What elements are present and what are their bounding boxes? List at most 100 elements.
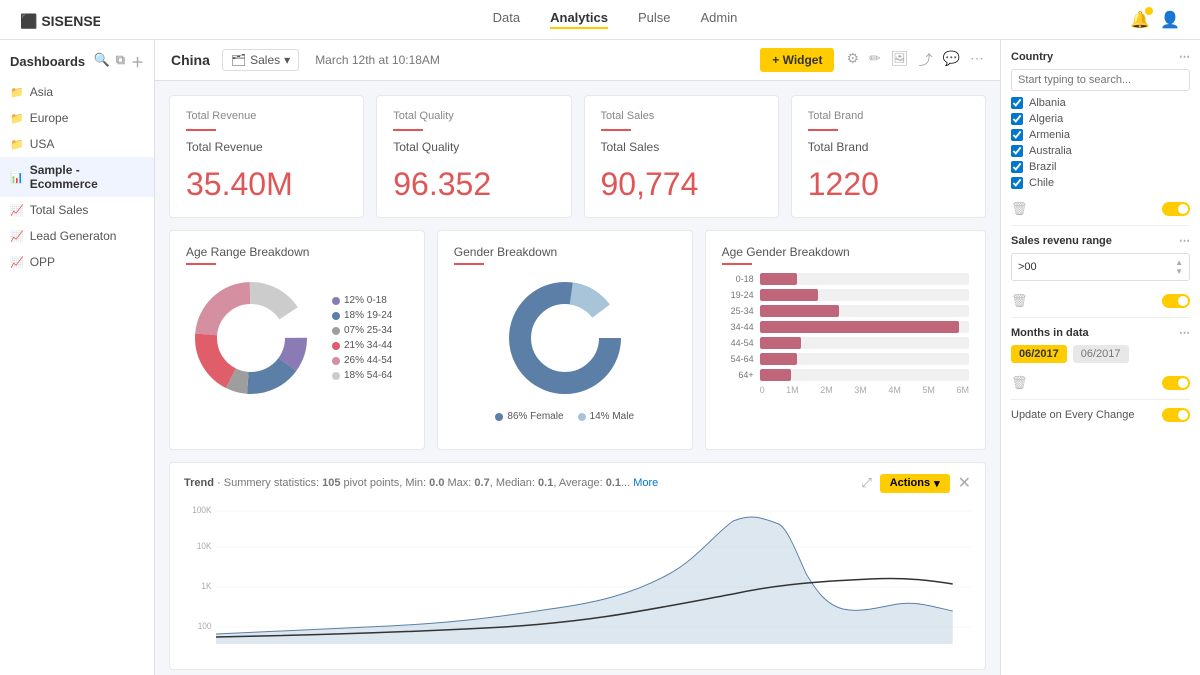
copy-icon[interactable]: ⧉ <box>116 52 125 71</box>
months-toggle[interactable] <box>1162 376 1190 390</box>
kpi-quality-title: Total Quality <box>393 140 554 154</box>
trash-icon[interactable]: 🗑 <box>1011 293 1028 309</box>
country-australia: Australia <box>1011 145 1190 157</box>
sisense-logo: ⬛ SISENSE <box>20 10 100 30</box>
more-icon[interactable]: ⋯ <box>970 50 984 70</box>
legend-item: 18% 19-24 <box>332 310 392 321</box>
sidebar-item-asia[interactable]: 📁 Asia <box>0 79 154 105</box>
sidebar-item-opp[interactable]: 📈 OPP <box>0 249 154 275</box>
kpi-underline <box>808 129 838 131</box>
tab-pulse[interactable]: Pulse <box>638 10 671 29</box>
sidebar-item-europe[interactable]: 📁 Europe <box>0 105 154 131</box>
tab-analytics[interactable]: Analytics <box>550 10 608 29</box>
trend-svg: 100K 10K 1K 100 <box>184 499 971 659</box>
kpi-revenue-label: Total Revenue <box>186 110 347 122</box>
up-arrow-icon: ▲ <box>1175 258 1183 267</box>
legend-item: 14% Male <box>578 411 634 422</box>
australia-checkbox[interactable] <box>1011 145 1023 157</box>
months-section: Months in data ⋯ 06/2017 06/2017 <box>1011 326 1190 363</box>
add-dashboard-icon[interactable]: ＋ <box>131 52 144 71</box>
month-active-button[interactable]: 06/2017 <box>1011 345 1067 363</box>
edit-icon[interactable]: ✏ <box>869 50 881 70</box>
kpi-sales-label: Total Sales <box>601 110 762 122</box>
trash-icon[interactable]: 🗑 <box>1011 375 1028 391</box>
expand-icon[interactable]: ⤢ <box>861 475 871 491</box>
tab-data[interactable]: Data <box>493 10 520 29</box>
armenia-checkbox[interactable] <box>1011 129 1023 141</box>
kpi-brand-value: 1220 <box>808 166 969 203</box>
trash-icon[interactable]: 🗑 <box>1011 201 1028 217</box>
update-label: Update on Every Change <box>1011 409 1135 421</box>
brazil-checkbox[interactable] <box>1011 161 1023 173</box>
tab-admin[interactable]: Admin <box>700 10 737 29</box>
sales-toggle[interactable] <box>1162 294 1190 308</box>
dashboard-date: March 12th at 10:18AM <box>315 53 440 67</box>
bar-label: 25-34 <box>722 306 754 316</box>
update-toggle[interactable] <box>1162 408 1190 422</box>
chart-underline <box>186 263 216 265</box>
notification-icon[interactable]: 🔔 <box>1130 10 1150 30</box>
add-widget-button[interactable]: + Widget <box>760 48 834 72</box>
months-section-header[interactable]: Months in data ⋯ <box>1011 326 1190 339</box>
albania-checkbox[interactable] <box>1011 97 1023 109</box>
sidebar-item-totalsales[interactable]: 📈 Total Sales <box>0 197 154 223</box>
more-options-icon[interactable]: ⋯ <box>1179 326 1190 339</box>
sales-filter[interactable]: 🗂 Sales ▾ <box>222 49 299 71</box>
country-algeria: Algeria <box>1011 113 1190 125</box>
legend-item: 26% 44-54 <box>332 355 392 366</box>
sidebar-header: Dashboards 🔍 ⧉ ＋ <box>0 40 154 79</box>
axis-label: 0 <box>760 385 765 395</box>
bar-row: 0-18 <box>722 273 969 285</box>
age-donut-container: 12% 0-18 18% 19-24 07% 25-34 21% 34-44 2… <box>186 273 408 403</box>
bar-label: 64+ <box>722 370 754 380</box>
kpi-sales-title: Total Sales <box>601 140 762 154</box>
svg-text:1K: 1K <box>201 581 211 591</box>
brazil-label: Brazil <box>1029 161 1057 173</box>
more-link[interactable]: More <box>633 477 658 489</box>
dashboard-toolbar: China 🗂 Sales ▾ March 12th at 10:18AM + … <box>155 40 1000 81</box>
search-icon[interactable]: 🔍 <box>94 52 110 71</box>
bar-label: 0-18 <box>722 274 754 284</box>
trend-chart-area: 100K 10K 1K 100 <box>184 499 971 659</box>
country-search[interactable] <box>1011 69 1190 91</box>
sales-range-input[interactable]: >00 ▲ ▼ <box>1011 253 1190 281</box>
months-buttons: 06/2017 06/2017 <box>1011 345 1190 363</box>
bar-track <box>760 273 969 285</box>
actions-button[interactable]: Actions ▾ <box>880 474 950 493</box>
month-inactive-button[interactable]: 06/2017 <box>1073 345 1129 363</box>
country-section-header[interactable]: Country ⋯ <box>1011 50 1190 63</box>
more-options-icon[interactable]: ⋯ <box>1179 50 1190 63</box>
sidebar-item-sample[interactable]: 📊 Sample - Ecommerce <box>0 157 154 197</box>
bar-track <box>760 369 969 381</box>
country-toggle[interactable] <box>1162 202 1190 216</box>
range-arrows[interactable]: ▲ ▼ <box>1175 258 1183 276</box>
settings-icon[interactable]: ⚙ <box>846 50 859 70</box>
axis-label: 4M <box>888 385 901 395</box>
country-albania: Albania <box>1011 97 1190 109</box>
bar-chart: 0-18 19-24 25-34 34-44 <box>722 273 969 395</box>
svg-text:100K: 100K <box>192 505 211 515</box>
kpi-brand-label: Total Brand <box>808 110 969 122</box>
line-chart-icon: 📈 <box>10 204 24 217</box>
top-nav: ⬛ SISENSE Data Analytics Pulse Admin 🔔 👤 <box>0 0 1200 40</box>
image-icon[interactable]: 🖼 <box>891 50 909 70</box>
sidebar-item-leadgen[interactable]: 📈 Lead Generaton <box>0 223 154 249</box>
kpi-quality: Total Quality Total Quality 96.352 <box>376 95 571 218</box>
nav-right: 🔔 👤 <box>1130 10 1180 30</box>
share-icon[interactable]: ⤴ <box>919 50 933 70</box>
main-content: China 🗂 Sales ▾ March 12th at 10:18AM + … <box>155 40 1000 675</box>
bar-fill <box>760 321 959 333</box>
comment-icon[interactable]: 💬 <box>943 50 960 70</box>
more-options-icon[interactable]: ⋯ <box>1179 234 1190 247</box>
sidebar-label-opp: OPP <box>30 255 144 269</box>
algeria-checkbox[interactable] <box>1011 113 1023 125</box>
sales-section-header[interactable]: Sales revenu range ⋯ <box>1011 234 1190 247</box>
sidebar-item-usa[interactable]: 📁 USA <box>0 131 154 157</box>
user-icon[interactable]: 👤 <box>1160 10 1180 30</box>
close-button[interactable]: ✕ <box>958 473 971 493</box>
chile-checkbox[interactable] <box>1011 177 1023 189</box>
legend-item: 12% 0-18 <box>332 295 392 306</box>
bar-row: 25-34 <box>722 305 969 317</box>
right-panel: Country ⋯ Albania Algeria Armenia Austra… <box>1000 40 1200 675</box>
line-chart-icon: 📈 <box>10 256 24 269</box>
